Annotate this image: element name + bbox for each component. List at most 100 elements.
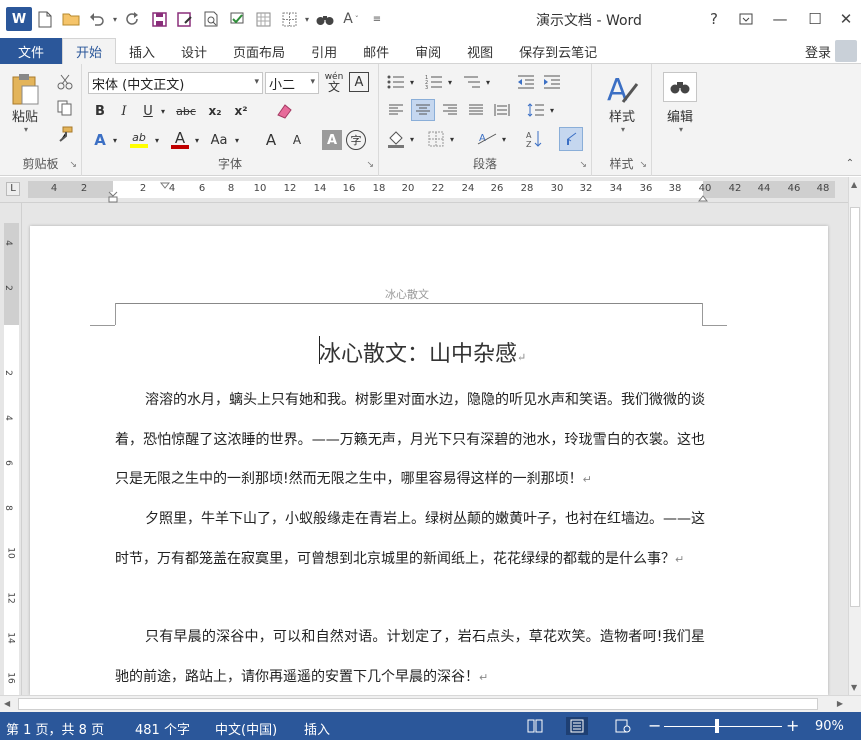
read-mode-icon[interactable] — [524, 717, 546, 735]
format-painter-icon[interactable] — [54, 124, 76, 144]
horizontal-scroll-thumb[interactable] — [18, 698, 818, 710]
paragraph-borders-icon[interactable] — [425, 128, 447, 150]
close-button[interactable]: ✕ — [832, 8, 860, 30]
font-size-select[interactable]: 小二 ▾ — [265, 72, 319, 94]
bullets-icon[interactable] — [385, 72, 407, 92]
font-color-dropdown-icon[interactable]: ▾ — [192, 128, 202, 152]
undo-icon[interactable] — [84, 6, 110, 32]
help-button[interactable]: ? — [700, 8, 728, 30]
decrease-indent-icon[interactable] — [515, 72, 537, 92]
borders-dropdown-icon[interactable]: ▾ — [302, 6, 312, 32]
shrink-font-button[interactable]: A — [286, 128, 308, 152]
chinese-layout-dropdown-icon[interactable]: ▾ — [499, 128, 509, 150]
language-indicator[interactable]: 中文(中国) — [215, 719, 277, 738]
numbering-icon[interactable]: 123 — [423, 72, 445, 92]
minimize-button[interactable]: — — [766, 8, 794, 30]
highlight-dropdown-icon[interactable]: ▾ — [152, 128, 162, 152]
horizontal-ruler[interactable]: L 4 2 2 4 6 8 10 12 14 16 18 20 22 24 26 28 30 32 34 36 38 40… — [0, 177, 861, 203]
tab-selector[interactable]: L — [6, 182, 20, 196]
zoom-slider-track[interactable] — [664, 726, 782, 727]
word-logo-icon[interactable]: W — [6, 7, 32, 31]
clipboard-launcher-icon[interactable]: ↘ — [69, 160, 77, 170]
line-spacing-icon[interactable] — [525, 100, 547, 120]
align-right-icon[interactable] — [439, 100, 461, 120]
scroll-down-icon[interactable]: ▼ — [851, 683, 857, 692]
zoom-slider-thumb[interactable] — [715, 719, 719, 733]
undo-dropdown-icon[interactable]: ▾ — [110, 6, 120, 32]
print-preview-icon[interactable] — [198, 6, 224, 32]
font-color-button[interactable]: A — [168, 128, 192, 152]
tab-references[interactable]: 引用 — [298, 38, 350, 64]
spelling-check-icon[interactable] — [224, 6, 250, 32]
web-layout-icon[interactable] — [612, 717, 634, 735]
document-heading[interactable]: 冰心散文：山中杂感↵ — [319, 336, 526, 368]
login-link[interactable]: 登录 — [805, 42, 831, 61]
horizontal-scrollbar[interactable]: ◀ ▶ — [0, 695, 861, 712]
chinese-layout-icon[interactable]: A — [475, 128, 499, 150]
align-left-icon[interactable] — [385, 100, 407, 120]
font-launcher-icon[interactable]: ↘ — [366, 160, 374, 170]
multilevel-list-icon[interactable] — [461, 72, 483, 92]
bullets-dropdown-icon[interactable]: ▾ — [407, 72, 417, 92]
vertical-scroll-thumb[interactable] — [850, 207, 860, 607]
print-layout-icon[interactable] — [566, 717, 588, 735]
increase-indent-icon[interactable] — [541, 72, 563, 92]
vertical-ruler[interactable]: 4 2 2 4 6 8 10 12 14 16 — [0, 203, 22, 695]
save-icon[interactable] — [146, 6, 172, 32]
document-canvas[interactable]: 冰心散文 冰心散文：山中杂感↵ 溶溶的水月，螭头上只有她和我。树影里对面水边，隐… — [22, 203, 848, 695]
tab-view[interactable]: 视图 — [454, 38, 506, 64]
page-header[interactable]: 冰心散文 — [385, 286, 429, 302]
justify-icon[interactable] — [465, 100, 487, 120]
borders-icon[interactable] — [276, 6, 302, 32]
underline-dropdown-icon[interactable]: ▾ — [158, 100, 168, 122]
character-border-button[interactable]: A — [349, 72, 369, 92]
change-case-dropdown-icon[interactable]: ▾ — [232, 128, 242, 152]
superscript-button[interactable]: x² — [230, 100, 252, 122]
scroll-right-icon[interactable]: ▶ — [837, 699, 843, 708]
text-effects-dropdown-icon[interactable]: ▾ — [110, 128, 120, 152]
shading-icon[interactable] — [385, 128, 407, 150]
paragraph-borders-dropdown-icon[interactable]: ▾ — [447, 128, 457, 150]
show-paragraph-marks-icon[interactable] — [559, 127, 583, 151]
maximize-button[interactable]: ☐ — [801, 8, 829, 30]
tab-save-to-cloud-notes[interactable]: 保存到云笔记 — [506, 38, 610, 64]
editing-button[interactable]: 编辑 ▾ — [660, 72, 700, 134]
tab-insert[interactable]: 插入 — [116, 38, 168, 64]
align-center-icon[interactable] — [411, 99, 435, 121]
collapse-ribbon-icon[interactable]: ⌃ — [843, 156, 857, 170]
open-folder-icon[interactable] — [58, 6, 84, 32]
insert-mode-indicator[interactable]: 插入 — [304, 719, 330, 738]
text-effects-button[interactable]: A — [90, 128, 110, 152]
font-size-quick-icon[interactable]: Aˇ — [338, 6, 364, 32]
paragraph-1[interactable]: 溶溶的水月，螭头上只有她和我。树影里对面水边，隐隐的听见水声和笑语。我们微微的谈… — [115, 381, 705, 500]
document-page[interactable]: 冰心散文 冰心散文：山中杂感↵ 溶溶的水月，螭头上只有她和我。树影里对面水边，隐… — [30, 226, 828, 695]
multilevel-dropdown-icon[interactable]: ▾ — [483, 72, 493, 92]
tab-file[interactable]: 文件 — [0, 38, 62, 64]
tab-page-layout[interactable]: 页面布局 — [220, 38, 298, 64]
enclose-characters-button[interactable]: 字 — [346, 130, 366, 150]
paste-button[interactable]: 粘贴 ▾ — [6, 72, 44, 134]
scroll-up-icon[interactable]: ▲ — [851, 180, 857, 189]
vertical-scrollbar[interactable]: ▲ ▼ — [848, 177, 861, 695]
zoom-out-button[interactable]: − — [648, 716, 661, 735]
page-count[interactable]: 第 1 页，共 8 页 — [6, 719, 104, 738]
new-document-icon[interactable] — [32, 6, 58, 32]
bold-button[interactable]: B — [90, 100, 110, 122]
clear-formatting-icon[interactable] — [272, 100, 296, 122]
ribbon-display-options-icon[interactable] — [732, 8, 760, 30]
italic-button[interactable]: I — [114, 100, 134, 122]
phonetic-guide-button[interactable]: wén 文 — [323, 70, 345, 94]
paragraph-3[interactable]: 只有早晨的深谷中，可以和自然对语。计划定了，岩石点头，草花欢笑。造物者呵!我们星… — [115, 618, 705, 697]
copy-icon[interactable] — [54, 98, 76, 118]
scroll-left-icon[interactable]: ◀ — [4, 699, 10, 708]
styles-launcher-icon[interactable]: ↘ — [639, 160, 647, 170]
grow-font-button[interactable]: A — [260, 128, 282, 152]
find-binoculars-icon[interactable] — [312, 6, 338, 32]
paragraph-2[interactable]: 夕照里，牛羊下山了，小蚁般缘走在青岩上。绿树丛颠的嫩黄叶子，也衬在红墙边。——这… — [115, 500, 705, 579]
line-spacing-dropdown-icon[interactable]: ▾ — [547, 100, 557, 120]
tab-design[interactable]: 设计 — [168, 38, 220, 64]
paragraph-launcher-icon[interactable]: ↘ — [579, 160, 587, 170]
tab-review[interactable]: 审阅 — [402, 38, 454, 64]
sort-icon[interactable]: AZ — [523, 128, 545, 150]
table-grid-icon[interactable] — [250, 6, 276, 32]
